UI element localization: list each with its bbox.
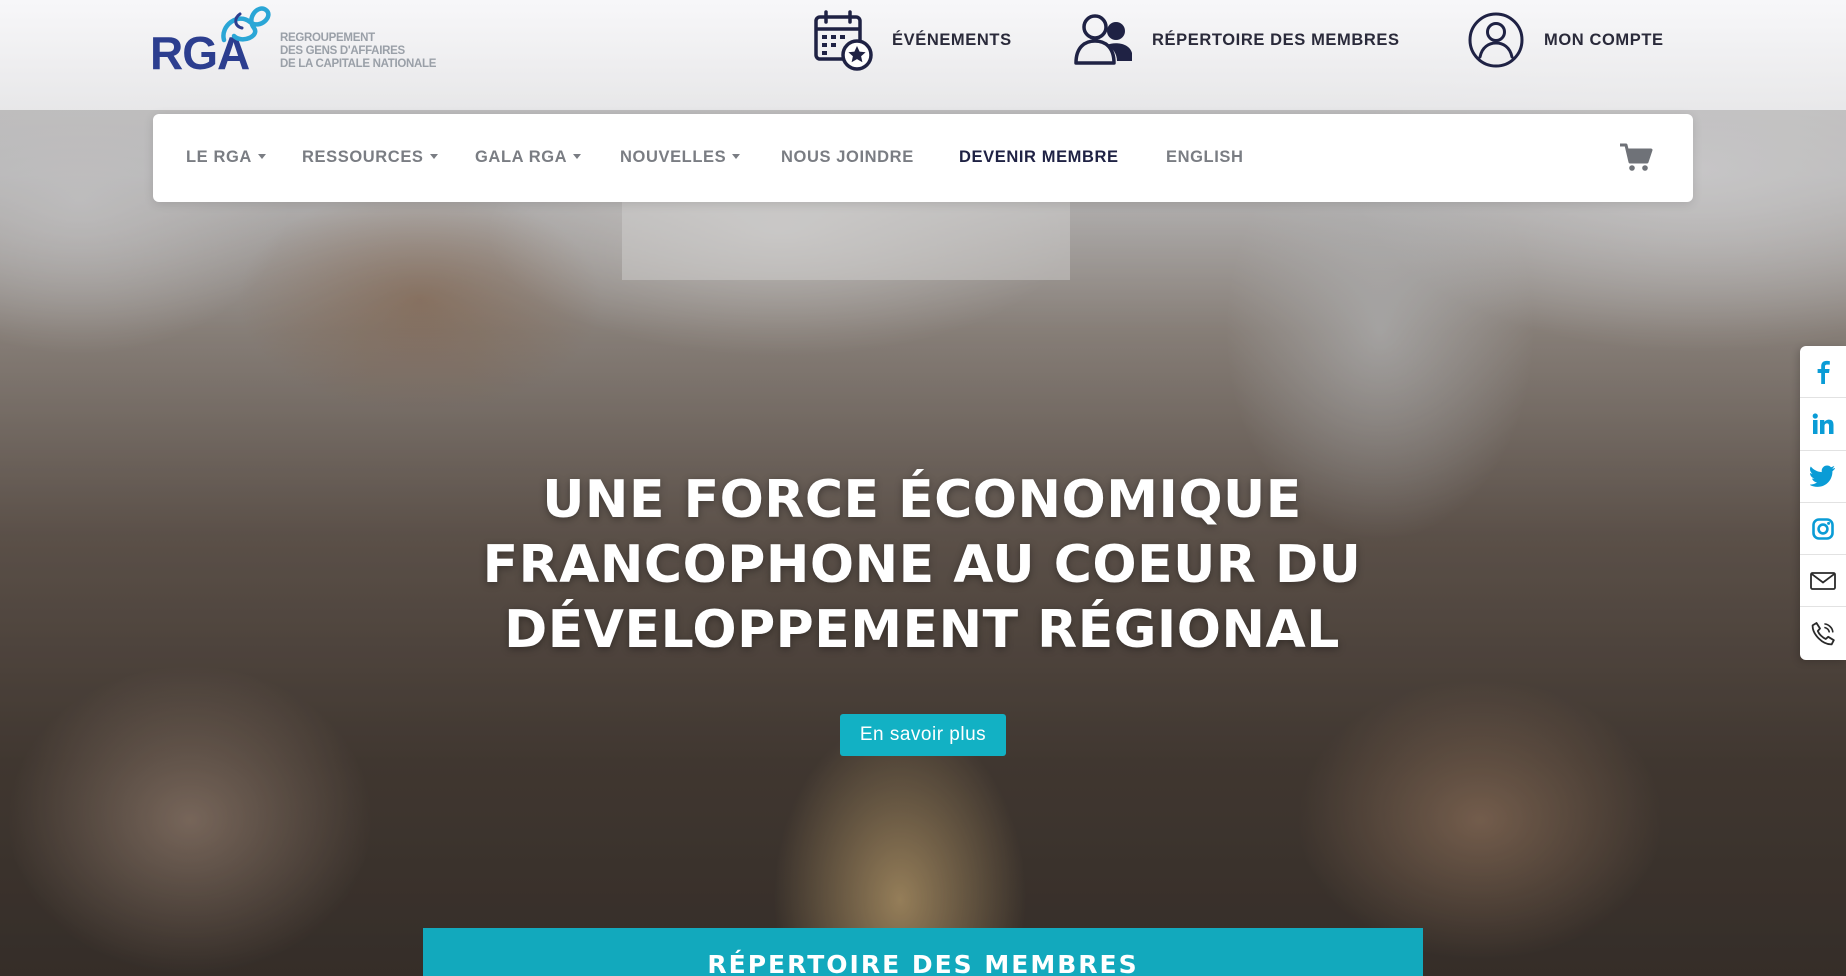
linkedin-icon[interactable] — [1800, 398, 1846, 451]
nav-item-gala-rga[interactable]: GALA RGA — [475, 148, 581, 167]
logo-tagline-line: REGROUPEMENT — [280, 32, 375, 44]
logo-tagline-line: DE LA CAPITALE NATIONALE — [280, 57, 437, 70]
util-nav-label: ÉVÉNEMENTS — [892, 30, 1012, 49]
nav-item-le-rga[interactable]: LE RGA — [186, 148, 266, 167]
util-nav-account[interactable]: MON COMPTE — [1464, 8, 1664, 72]
logo-tagline-line: DES GENS D'AFFAIRES — [280, 44, 405, 57]
util-nav-label: MON COMPTE — [1544, 30, 1664, 49]
nav-item-nous-joindre[interactable]: NOUS JOINDRE — [781, 148, 914, 167]
util-nav-directory[interactable]: RÉPERTOIRE DES MEMBRES — [1072, 8, 1400, 72]
phone-icon[interactable] — [1800, 607, 1846, 659]
nav-item-english[interactable]: ENGLISH — [1166, 148, 1244, 167]
calendar-star-icon — [812, 8, 876, 72]
hero-title-line: UNE FORCE ÉCONOMIQUE — [542, 470, 1302, 530]
nav-item-nouvelles[interactable]: NOUVELLES — [620, 148, 740, 167]
twitter-icon[interactable] — [1800, 451, 1846, 503]
instagram-icon[interactable] — [1800, 503, 1846, 556]
directory-band[interactable]: RÉPERTOIRE DES MEMBRES — [423, 928, 1423, 976]
facebook-icon[interactable] — [1800, 346, 1846, 399]
main-navbar: LE RGA RESSOURCES GALA RGA NOUVELLES NOU… — [153, 114, 1693, 202]
learn-more-button[interactable]: En savoir plus — [840, 714, 1006, 756]
util-nav-events[interactable]: ÉVÉNEMENTS — [812, 8, 1012, 72]
util-nav-label: RÉPERTOIRE DES MEMBRES — [1152, 30, 1400, 49]
users-icon — [1072, 8, 1136, 72]
hero-title-line: DÉVELOPPEMENT RÉGIONAL — [504, 600, 1340, 660]
hero-title: UNE FORCE ÉCONOMIQUE FRANCOPHONE AU COEU… — [300, 468, 1544, 663]
logo-swirl-icon — [221, 6, 271, 43]
directory-band-label: RÉPERTOIRE DES MEMBRES — [707, 950, 1139, 976]
logo-tagline: REGROUPEMENT DES GENS D'AFFAIRES DE LA C… — [280, 32, 460, 71]
nav-item-ressources[interactable]: RESSOURCES — [302, 148, 438, 167]
social-sidebar — [1800, 346, 1846, 660]
nav-item-devenir-membre[interactable]: DEVENIR MEMBRE — [959, 148, 1119, 167]
user-circle-icon — [1464, 8, 1528, 72]
rga-logo[interactable]: RGA REGROUPEMENT DES GENS D'AFFAIRES DE … — [150, 6, 460, 76]
hero-title-line: FRANCOPHONE AU COEUR DU — [482, 535, 1362, 595]
mail-icon[interactable] — [1800, 555, 1846, 608]
cart-icon[interactable] — [1619, 142, 1653, 172]
